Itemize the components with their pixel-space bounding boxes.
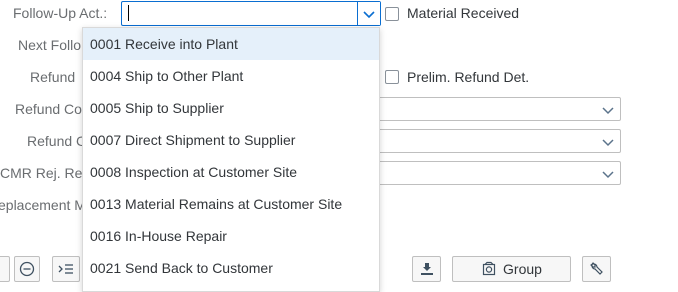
group-icon bbox=[482, 261, 496, 276]
follow-up-activity-dropdown: 0001 Receive into Plant 0004 Ship to Oth… bbox=[82, 27, 380, 292]
text-cursor bbox=[128, 5, 129, 21]
replacement-material-label: eplacement M bbox=[0, 197, 86, 213]
chevron-down-icon bbox=[602, 139, 614, 147]
dropdown-option[interactable]: 0007 Direct Shipment to Supplier bbox=[83, 124, 379, 156]
next-follow-up-label: Next Follo bbox=[18, 37, 82, 53]
group-button-label: Group bbox=[503, 261, 542, 277]
dropdown-option[interactable]: 0005 Ship to Supplier bbox=[83, 92, 379, 124]
export-button[interactable] bbox=[412, 256, 441, 282]
minus-circle-icon bbox=[19, 261, 35, 277]
collapse-button[interactable] bbox=[14, 256, 40, 282]
partial-left-button[interactable] bbox=[0, 256, 10, 282]
refund-label: Refund bbox=[30, 69, 76, 85]
dropdown-option[interactable]: 0016 In-House Repair bbox=[83, 220, 379, 252]
dropdown-option[interactable]: 0004 Ship to Other Plant bbox=[83, 60, 379, 92]
material-received-label: Material Received bbox=[407, 5, 520, 21]
refund-control-label: Refund C bbox=[27, 133, 87, 149]
cmr-rejection-reason-label: CMR Rej. Re bbox=[0, 165, 83, 181]
indent-button[interactable] bbox=[52, 256, 80, 282]
follow-up-dropdown-button[interactable] bbox=[357, 2, 380, 25]
follow-up-activity-input[interactable] bbox=[121, 1, 381, 26]
chevron-down-icon bbox=[602, 107, 614, 115]
indent-icon bbox=[58, 264, 73, 274]
material-received-checkbox[interactable] bbox=[385, 7, 399, 21]
prelim-refund-label: Prelim. Refund Det. bbox=[407, 69, 530, 85]
dropdown-option[interactable]: 0008 Inspection at Customer Site bbox=[83, 156, 379, 188]
refund-control-select[interactable] bbox=[360, 129, 621, 153]
dropdown-option[interactable]: 0013 Material Remains at Customer Site bbox=[83, 188, 379, 220]
follow-up-activity-label: Follow-Up Act.: bbox=[13, 5, 108, 21]
export-icon bbox=[420, 263, 433, 275]
dropdown-option[interactable]: 0001 Receive into Plant bbox=[83, 28, 379, 60]
chevron-down-icon bbox=[363, 11, 375, 19]
wrench-icon bbox=[589, 262, 603, 275]
cmr-rejection-reason-select[interactable] bbox=[360, 161, 621, 185]
refund-code-label: Refund Co bbox=[15, 101, 82, 117]
refund-code-select[interactable] bbox=[360, 97, 621, 121]
dropdown-option[interactable]: 0021 Send Back to Customer bbox=[83, 252, 379, 284]
prelim-refund-checkbox[interactable] bbox=[385, 70, 399, 84]
chevron-down-icon bbox=[602, 171, 614, 179]
group-button[interactable]: Group bbox=[452, 256, 571, 282]
settings-button[interactable] bbox=[582, 256, 611, 282]
